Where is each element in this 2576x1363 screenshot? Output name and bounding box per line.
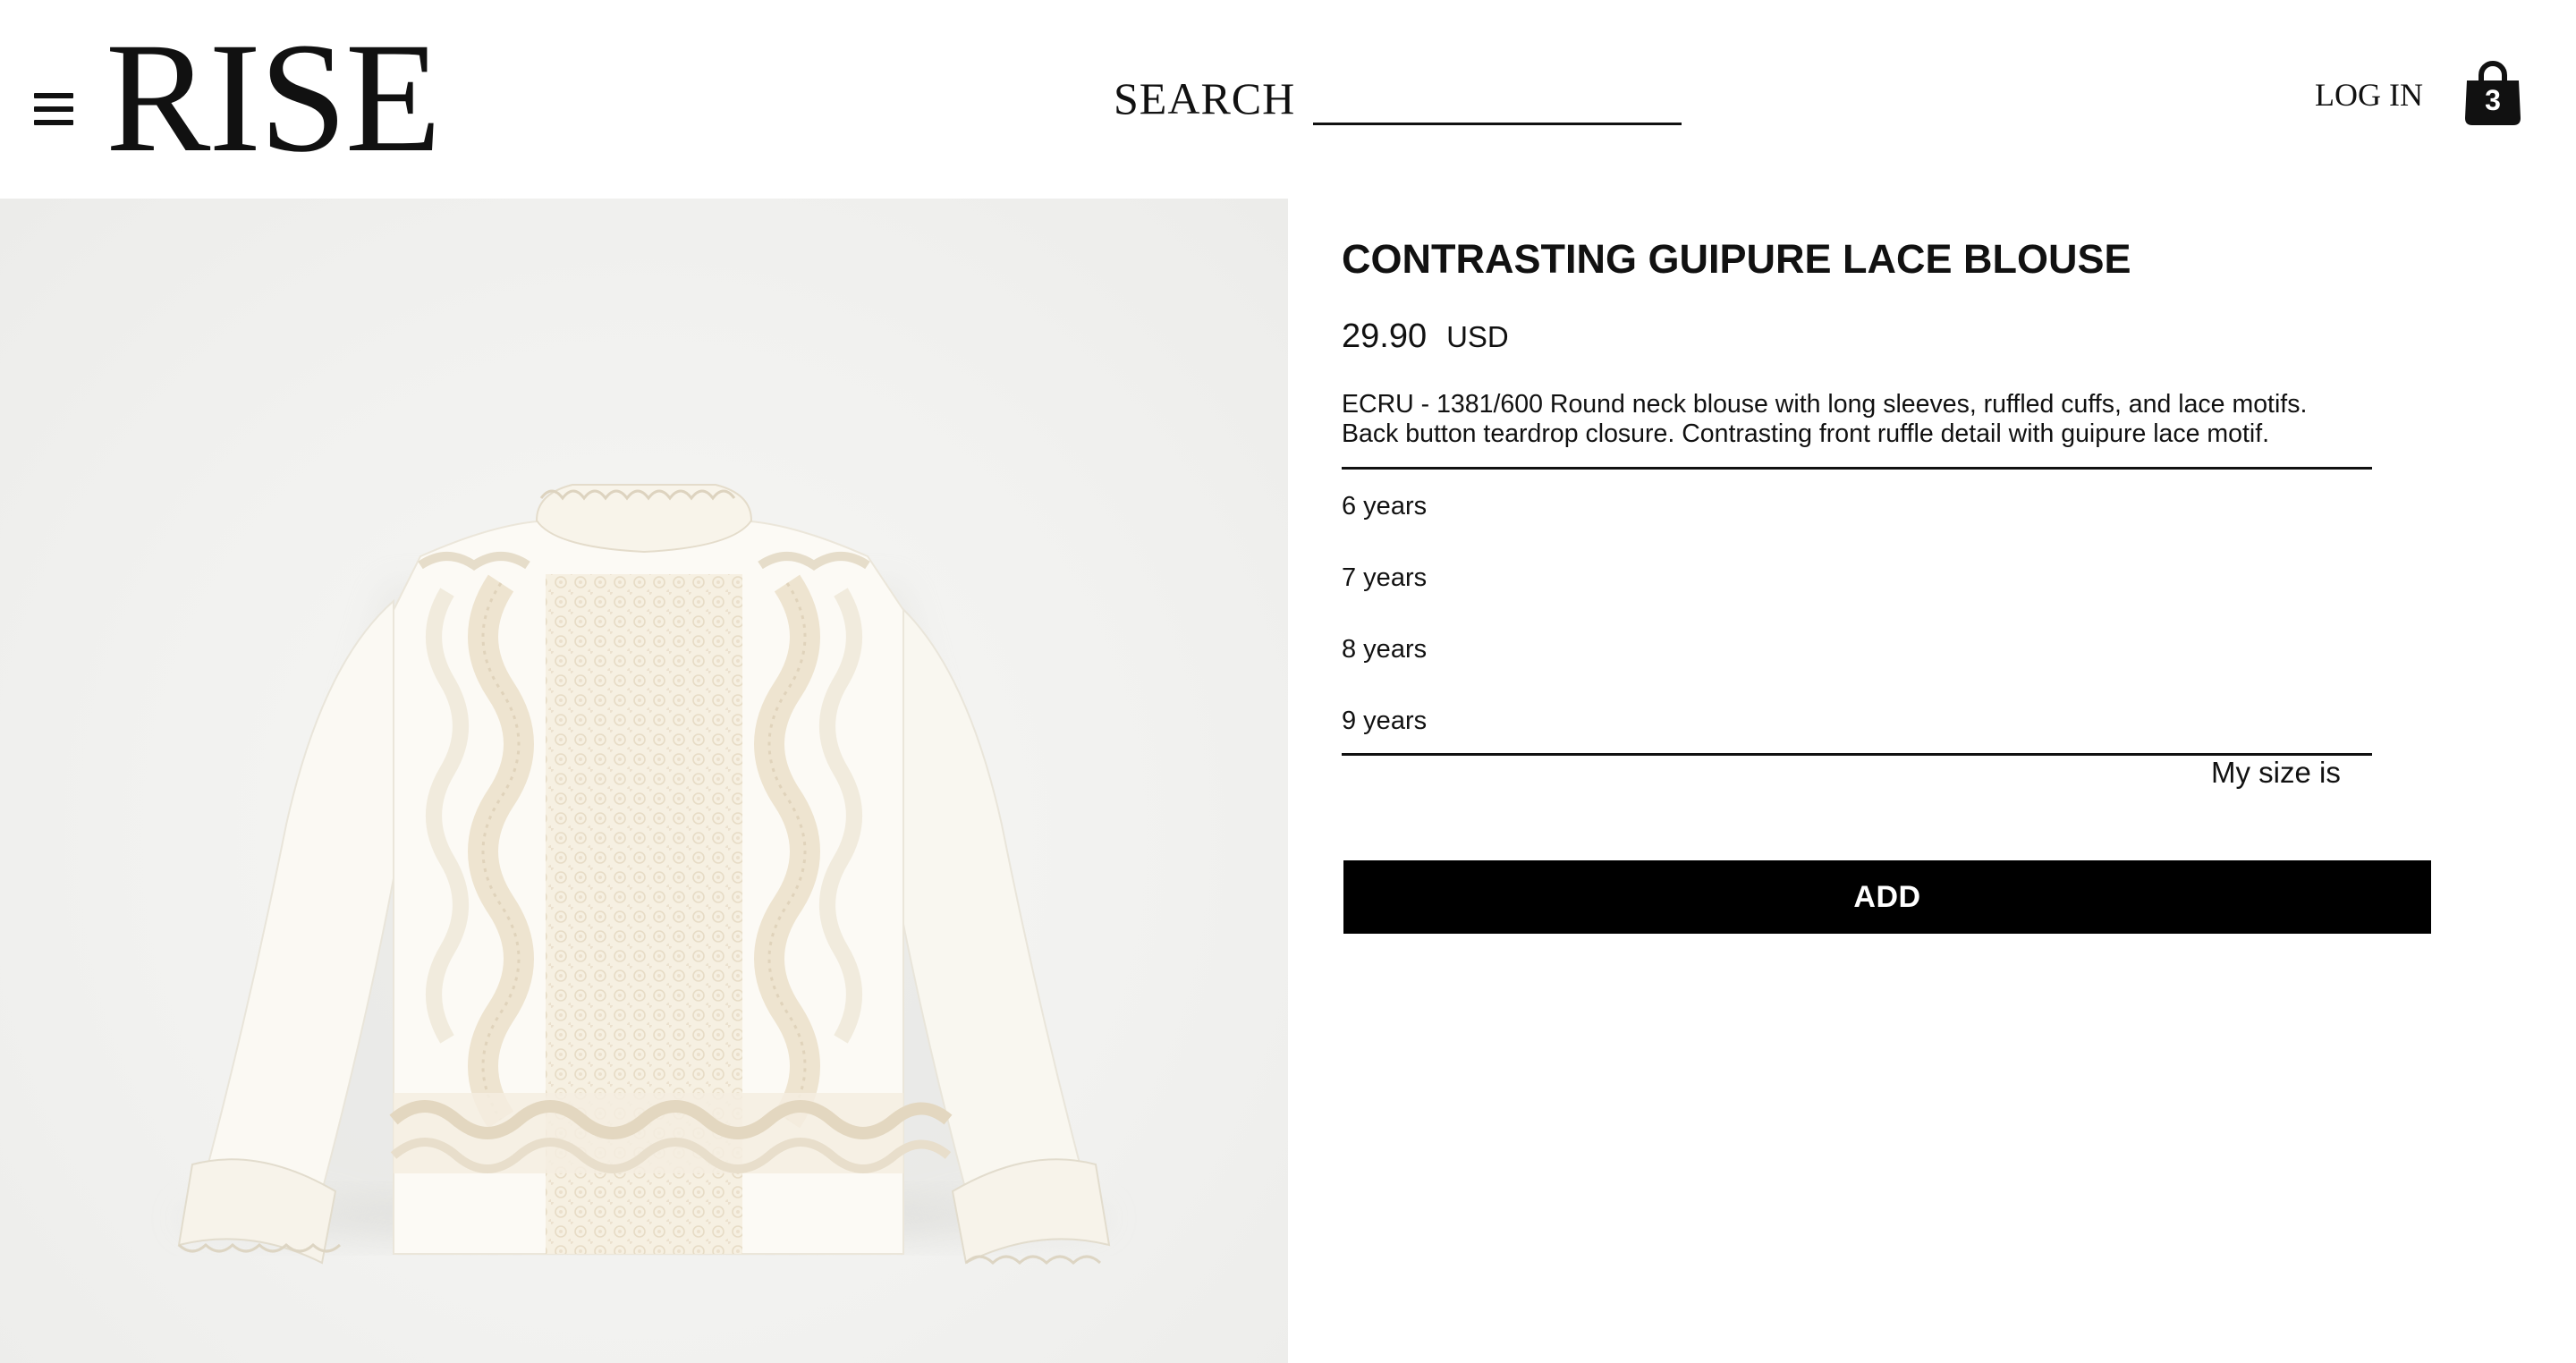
size-option-label: 6 years	[1342, 492, 1428, 521]
size-option-label: 7 years	[1342, 563, 1428, 592]
size-option-7-years[interactable]: 7 years	[1342, 549, 2372, 621]
size-selector-label[interactable]: My size is	[2211, 751, 2341, 794]
size-option-6-years[interactable]: 6 years	[1342, 478, 2372, 549]
size-option-label: 8 years	[1342, 635, 1428, 664]
size-list: 6 years 7 years 8 years 9 years	[1342, 478, 2372, 764]
size-list-top-divider	[1342, 467, 2372, 470]
description-line-1: ECRU - 1381/600 Round neck blouse with l…	[1342, 390, 2308, 419]
product-image	[0, 199, 1288, 1363]
site-logo[interactable]: RISE	[106, 20, 441, 177]
site-header: RISE SEARCH LOG IN 3	[0, 0, 2576, 199]
add-to-cart-button[interactable]: ADD	[1343, 860, 2431, 934]
search-input[interactable]	[1313, 75, 1682, 125]
search-bar: SEARCH	[1114, 63, 1682, 125]
search-label: SEARCH	[1114, 73, 1296, 123]
size-option-8-years[interactable]: 8 years	[1342, 621, 2372, 692]
hamburger-menu-icon[interactable]	[34, 93, 73, 129]
blouse-illustration	[177, 484, 1111, 1266]
price-currency: USD	[1446, 320, 1509, 353]
price: 29.90 USD	[1342, 315, 1509, 359]
product-title: CONTRASTING GUIPURE LACE BLOUSE	[1342, 236, 2131, 282]
cart-count-badge: 3	[2485, 84, 2501, 116]
cart-button[interactable]: 3	[2463, 59, 2522, 127]
size-option-label: 9 years	[1342, 707, 1428, 735]
product-page: RISE SEARCH LOG IN 3 CONTRASTING GUIPURE…	[0, 0, 2576, 1363]
price-amount: 29.90	[1342, 317, 1428, 355]
product-description: ECRU - 1381/600 Round neck blouse with l…	[1342, 390, 2372, 449]
login-link[interactable]: LOG IN	[2315, 75, 2423, 114]
description-line-2: Back button teardrop closure. Contrastin…	[1342, 419, 2270, 448]
